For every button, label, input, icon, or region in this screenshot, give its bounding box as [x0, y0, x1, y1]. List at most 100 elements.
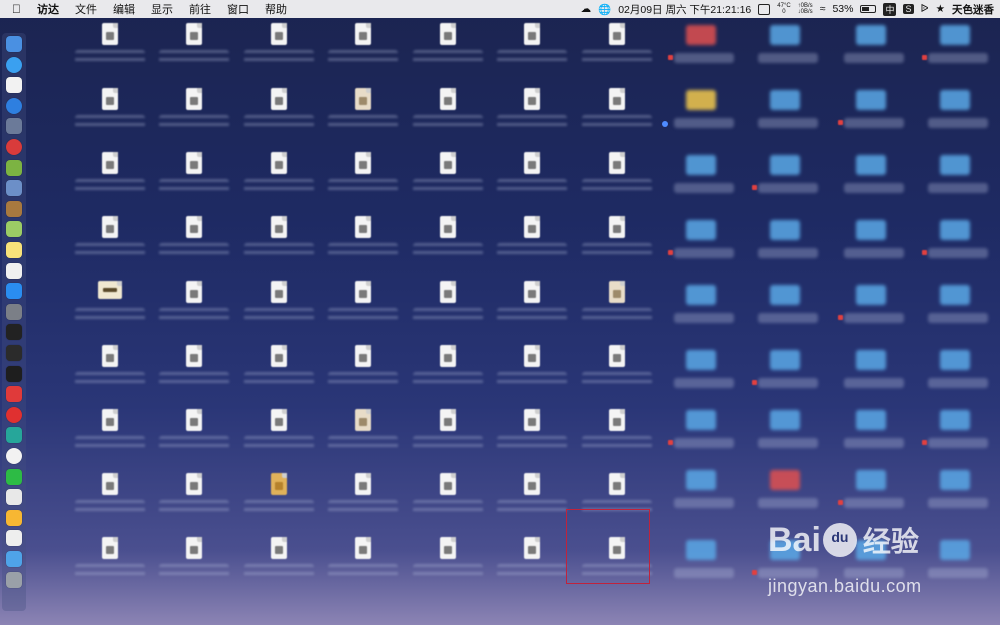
folder-icon[interactable] — [686, 470, 716, 490]
desktop-file[interactable] — [582, 216, 652, 276]
desktop-file[interactable] — [328, 216, 398, 276]
desktop-file[interactable] — [159, 537, 229, 597]
desktop-file[interactable] — [413, 88, 483, 148]
folder-icon[interactable] — [856, 410, 886, 430]
desktop-file[interactable] — [159, 23, 229, 83]
folder-icon[interactable] — [940, 470, 970, 490]
folder-icon[interactable] — [770, 220, 800, 240]
desktop-file[interactable] — [328, 409, 398, 469]
desktop-file[interactable] — [328, 345, 398, 405]
desktop-file[interactable] — [413, 409, 483, 469]
desktop-file[interactable] — [497, 409, 567, 469]
desktop-file[interactable] — [328, 537, 398, 597]
desktop-file[interactable] — [582, 88, 652, 148]
desktop-file[interactable] — [75, 152, 145, 212]
folder-icon[interactable] — [686, 540, 716, 560]
desktop-file[interactable] — [159, 345, 229, 405]
desktop-file[interactable] — [159, 473, 229, 533]
folder-icon[interactable] — [770, 155, 800, 175]
desktop-file[interactable] — [159, 216, 229, 276]
desktop-file[interactable] — [244, 281, 314, 341]
desktop-file[interactable] — [413, 216, 483, 276]
folder-icon[interactable] — [856, 155, 886, 175]
folder-icon[interactable] — [940, 90, 970, 110]
desktop-file[interactable] — [413, 537, 483, 597]
folder-icon[interactable] — [856, 470, 886, 490]
desktop-file[interactable] — [328, 23, 398, 83]
folder-icon[interactable] — [686, 90, 716, 110]
desktop-file[interactable] — [582, 281, 652, 341]
folder-name-label — [844, 183, 904, 193]
desktop-file[interactable] — [497, 281, 567, 341]
folder-icon[interactable] — [686, 25, 716, 45]
desktop-file[interactable] — [328, 88, 398, 148]
desktop-file[interactable] — [244, 23, 314, 83]
desktop-file[interactable] — [497, 152, 567, 212]
folder-icon[interactable] — [770, 285, 800, 305]
desktop-file[interactable] — [75, 281, 145, 341]
folder-icon[interactable] — [940, 25, 970, 45]
desktop-file[interactable] — [413, 281, 483, 341]
folder-icon[interactable] — [856, 350, 886, 370]
desktop-file[interactable] — [75, 345, 145, 405]
folder-icon[interactable] — [940, 155, 970, 175]
desktop-file[interactable] — [244, 216, 314, 276]
folder-icon[interactable] — [770, 350, 800, 370]
document-file-icon — [609, 345, 625, 367]
folder-icon[interactable] — [940, 410, 970, 430]
desktop-file[interactable] — [497, 23, 567, 83]
desktop-file[interactable] — [244, 537, 314, 597]
desktop-file[interactable] — [75, 473, 145, 533]
desktop-file[interactable] — [497, 345, 567, 405]
document-file-icon — [524, 537, 540, 559]
folder-icon[interactable] — [856, 285, 886, 305]
desktop-file[interactable] — [328, 281, 398, 341]
folder-icon[interactable] — [770, 410, 800, 430]
desktop-file[interactable] — [244, 345, 314, 405]
folder-icon[interactable] — [686, 410, 716, 430]
folder-icon[interactable] — [686, 155, 716, 175]
desktop-file[interactable] — [75, 216, 145, 276]
desktop-file[interactable] — [75, 409, 145, 469]
desktop-file[interactable] — [159, 281, 229, 341]
document-file-icon — [102, 216, 118, 238]
desktop-file[interactable] — [582, 345, 652, 405]
desktop-file[interactable] — [75, 88, 145, 148]
folder-icon[interactable] — [940, 220, 970, 240]
folder-icon[interactable] — [686, 220, 716, 240]
folder-icon[interactable] — [856, 90, 886, 110]
desktop-file[interactable] — [244, 473, 314, 533]
folder-icon[interactable] — [856, 25, 886, 45]
folder-icon[interactable] — [940, 285, 970, 305]
folder-icon[interactable] — [940, 350, 970, 370]
folder-icon[interactable] — [686, 285, 716, 305]
desktop-file[interactable] — [244, 88, 314, 148]
folder-icon[interactable] — [856, 220, 886, 240]
desktop-file[interactable] — [497, 216, 567, 276]
desktop-file[interactable] — [497, 473, 567, 533]
folder-icon[interactable] — [686, 350, 716, 370]
desktop-file[interactable] — [413, 345, 483, 405]
desktop-file[interactable] — [159, 88, 229, 148]
desktop-file[interactable] — [413, 152, 483, 212]
document-file-icon — [609, 88, 625, 110]
desktop-file[interactable] — [582, 152, 652, 212]
desktop-file[interactable] — [244, 409, 314, 469]
folder-icon[interactable] — [770, 90, 800, 110]
desktop-file[interactable] — [75, 23, 145, 83]
desktop-file[interactable] — [413, 23, 483, 83]
desktop-file[interactable] — [582, 23, 652, 83]
desktop-file[interactable] — [328, 473, 398, 533]
desktop-file[interactable] — [497, 537, 567, 597]
document-file-icon — [440, 216, 456, 238]
folder-icon[interactable] — [770, 470, 800, 490]
desktop-file[interactable] — [244, 152, 314, 212]
desktop-file[interactable] — [413, 473, 483, 533]
desktop-file[interactable] — [75, 537, 145, 597]
folder-icon[interactable] — [770, 25, 800, 45]
desktop-file[interactable] — [497, 88, 567, 148]
desktop-file[interactable] — [582, 409, 652, 469]
desktop-file[interactable] — [159, 409, 229, 469]
desktop-file[interactable] — [328, 152, 398, 212]
desktop-file[interactable] — [159, 152, 229, 212]
